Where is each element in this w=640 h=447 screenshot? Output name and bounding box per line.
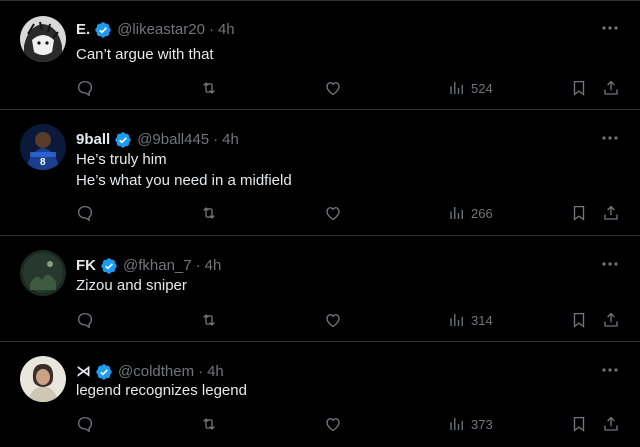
views-button[interactable]: 266 (448, 202, 493, 224)
more-icon[interactable] (600, 128, 620, 148)
view-count: 373 (471, 416, 493, 432)
handle[interactable]: @likeastar20 (117, 20, 205, 40)
display-name[interactable]: 9ball (76, 130, 110, 150)
more-icon[interactable] (600, 360, 620, 380)
retweet-icon (203, 207, 215, 219)
verified-badge-icon (101, 258, 117, 274)
reply-icon (77, 205, 93, 222)
tweet[interactable]: 8 9ball @9ball445 · 4h He’s truly him He… (0, 110, 640, 236)
avatar[interactable]: 8 (20, 124, 66, 170)
avatar[interactable] (20, 16, 66, 62)
handle[interactable]: @9ball445 (137, 130, 209, 150)
view-count: 314 (471, 312, 493, 328)
share-icon (604, 312, 618, 327)
reply-icon (77, 416, 93, 433)
like-button[interactable] (324, 309, 342, 331)
retweet-button[interactable] (200, 309, 218, 331)
views-icon (450, 207, 463, 219)
views-button[interactable]: 314 (448, 309, 493, 331)
bookmark-icon (573, 80, 585, 96)
bookmark-button[interactable] (570, 309, 588, 331)
retweet-button[interactable] (200, 413, 218, 435)
timestamp[interactable]: 4h (218, 20, 235, 40)
views-button[interactable]: 524 (448, 77, 493, 99)
tweet[interactable]: FK @fkhan_7 · 4h Zizou and sniper 314 (0, 236, 640, 342)
retweet-icon (203, 418, 215, 430)
tweet-header: FK @fkhan_7 · 4h (76, 256, 221, 276)
reply-icon (77, 312, 93, 329)
share-icon (604, 416, 618, 431)
tweet-text: Can’t argue with that (76, 46, 214, 63)
like-button[interactable] (324, 77, 342, 99)
bookmark-button[interactable] (570, 77, 588, 99)
views-icon (450, 82, 463, 94)
tweet-text: legend recognizes legend (76, 382, 247, 399)
like-icon (326, 207, 340, 221)
retweet-button[interactable] (200, 202, 218, 224)
tweet-actions: 373 (0, 413, 640, 435)
avatar[interactable] (20, 356, 66, 402)
view-count: 266 (471, 205, 493, 221)
views-icon (450, 314, 463, 326)
reply-button[interactable] (76, 202, 94, 224)
timestamp[interactable]: 4h (222, 130, 239, 150)
verified-badge-icon (96, 364, 112, 380)
reply-button[interactable] (76, 309, 94, 331)
views-button[interactable]: 373 (448, 413, 493, 435)
tweet-actions: 314 (0, 309, 640, 331)
like-icon (326, 418, 340, 432)
reply-icon (77, 80, 93, 97)
share-button[interactable] (602, 202, 620, 224)
more-icon[interactable] (600, 254, 620, 274)
bookmark-icon (573, 416, 585, 432)
tweet-header: 9ball @9ball445 · 4h (76, 130, 239, 150)
like-icon (326, 314, 340, 328)
like-icon (326, 82, 340, 96)
display-name[interactable]: ⋊ (76, 362, 91, 382)
tweet-text: He’s truly him He’s what you need in a m… (76, 151, 292, 189)
avatar[interactable] (20, 250, 66, 296)
tweet-header: ⋊ @coldthem · 4h (76, 362, 224, 382)
display-name[interactable]: FK (76, 256, 96, 276)
share-button[interactable] (602, 77, 620, 99)
svg-text:8: 8 (40, 157, 46, 168)
like-button[interactable] (324, 413, 342, 435)
verified-badge-icon (95, 22, 111, 38)
handle[interactable]: @coldthem (118, 362, 194, 382)
tweet-text: Zizou and sniper (76, 277, 187, 294)
tweet[interactable]: E. @likeastar20 · 4h Can’t argue with th… (0, 0, 640, 110)
share-icon (604, 205, 618, 220)
separator: · (198, 363, 204, 380)
retweet-button[interactable] (200, 77, 218, 99)
views-icon (450, 418, 463, 430)
like-button[interactable] (324, 202, 342, 224)
bookmark-icon (573, 205, 585, 221)
tweet-actions: 524 (0, 77, 640, 99)
bookmark-icon (573, 312, 585, 328)
tweet-header: E. @likeastar20 · 4h (76, 20, 235, 40)
share-icon (604, 80, 618, 95)
retweet-icon (203, 314, 215, 326)
tweet-actions: 266 (0, 202, 640, 224)
timestamp[interactable]: 4h (205, 256, 222, 276)
view-count: 524 (471, 80, 493, 96)
verified-badge-icon (115, 132, 131, 148)
more-icon[interactable] (600, 18, 620, 38)
retweet-icon (203, 82, 215, 94)
separator: · (213, 131, 219, 148)
reply-button[interactable] (76, 77, 94, 99)
tweet[interactable]: ⋊ @coldthem · 4h legend recognizes legen… (0, 342, 640, 447)
separator: · (195, 257, 201, 274)
timestamp[interactable]: 4h (207, 362, 224, 382)
bookmark-button[interactable] (570, 413, 588, 435)
handle[interactable]: @fkhan_7 (123, 256, 192, 276)
reply-button[interactable] (76, 413, 94, 435)
bookmark-button[interactable] (570, 202, 588, 224)
share-button[interactable] (602, 309, 620, 331)
share-button[interactable] (602, 413, 620, 435)
display-name[interactable]: E. (76, 20, 90, 40)
separator: · (208, 21, 214, 38)
